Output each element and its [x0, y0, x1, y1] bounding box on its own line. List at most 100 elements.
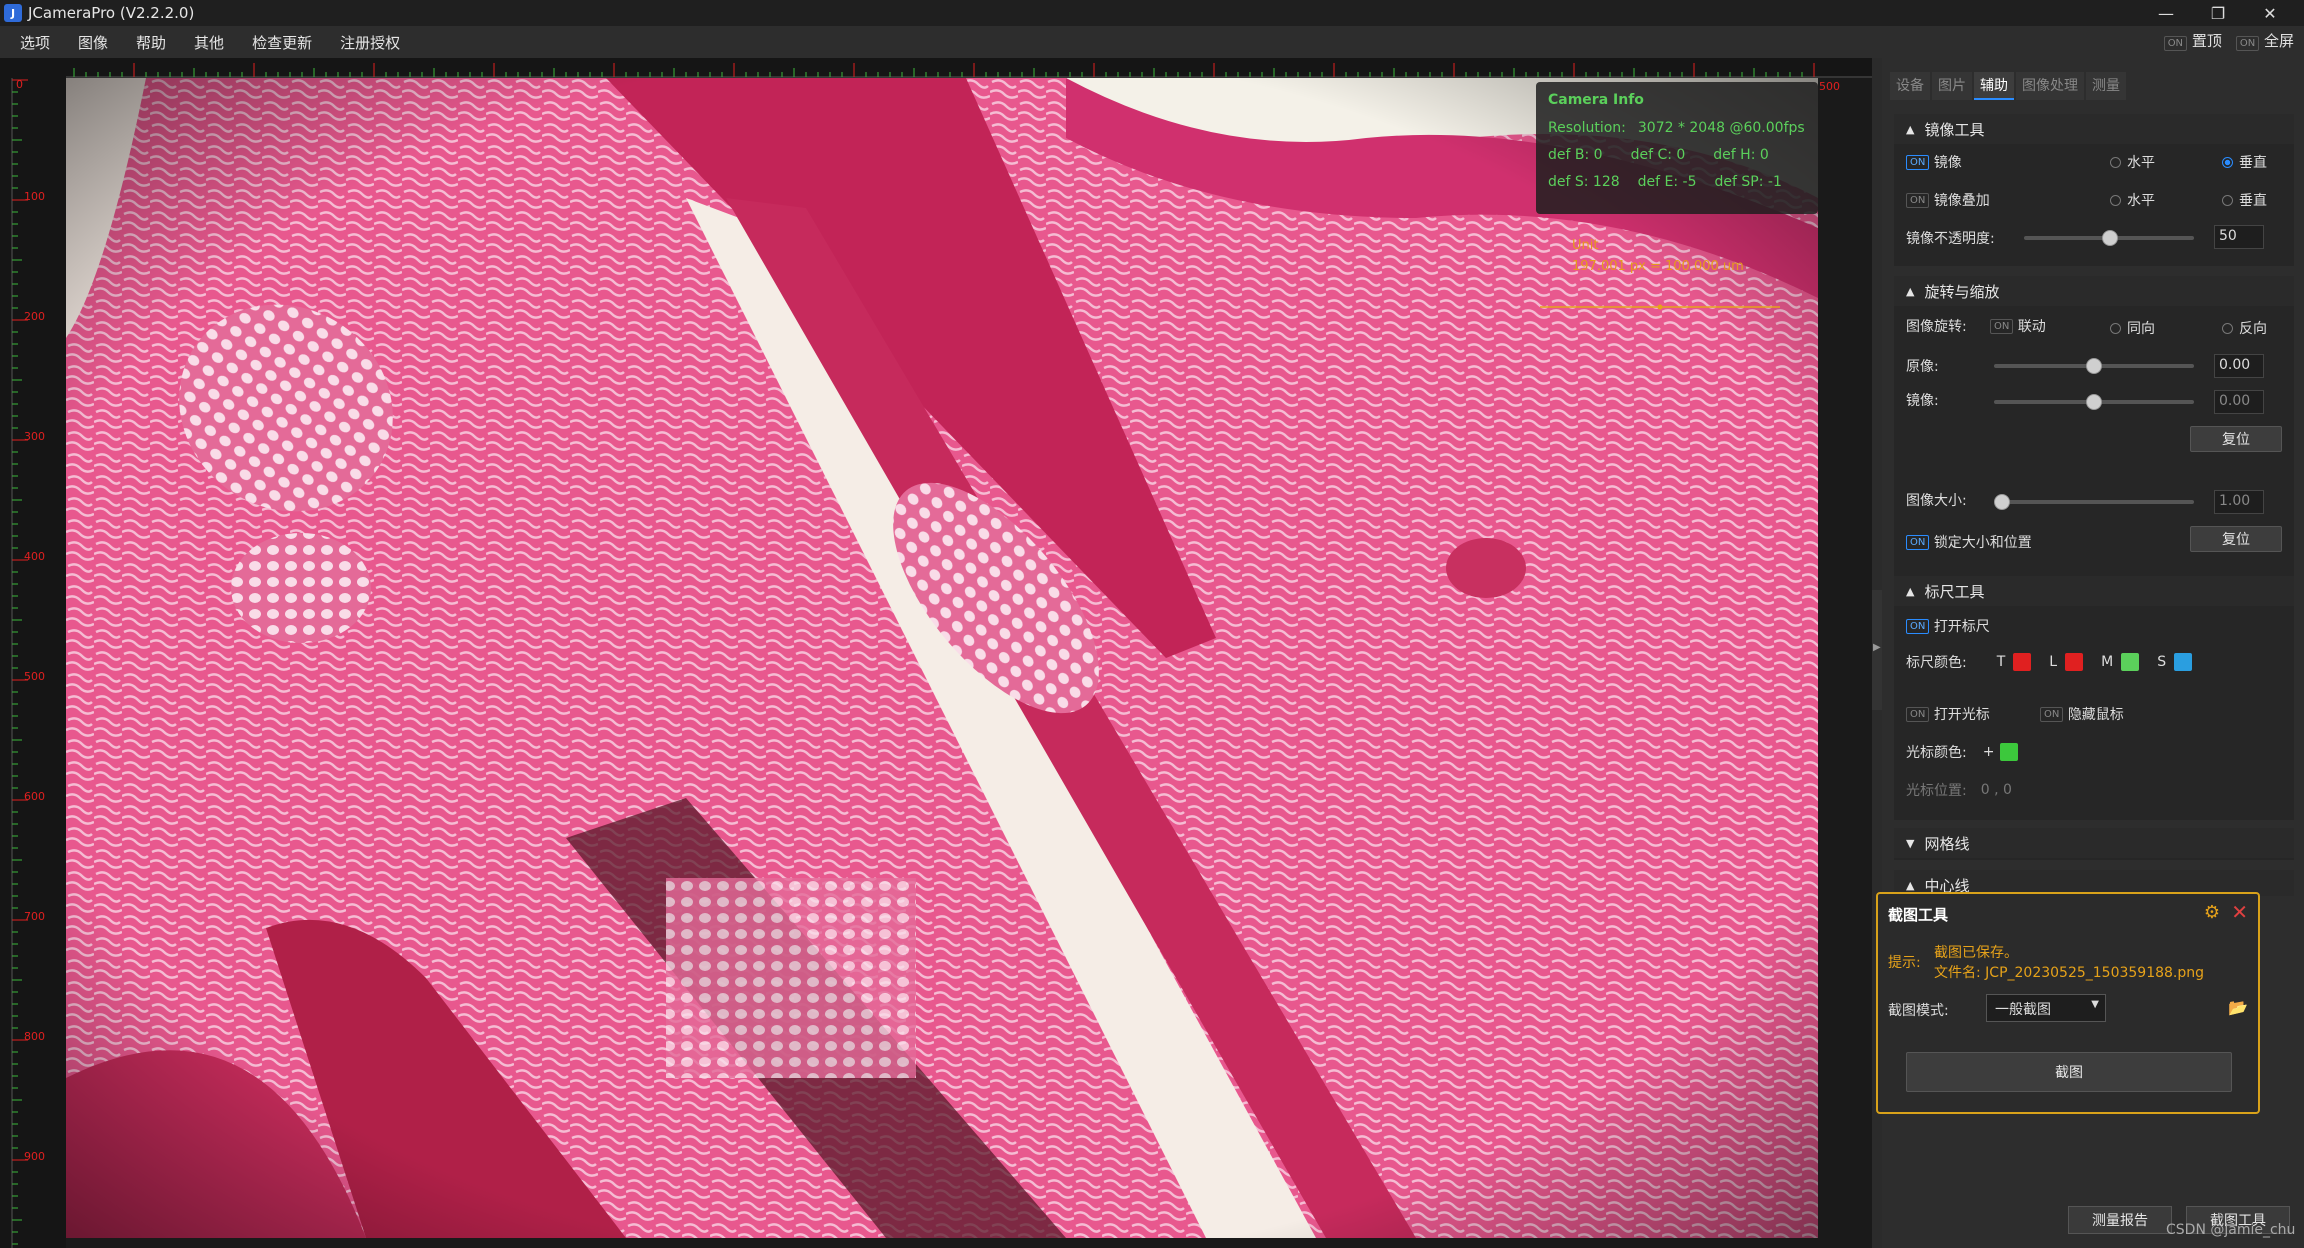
- slider-knob[interactable]: [2086, 394, 2102, 410]
- mirror-horizontal-radio[interactable]: 水平: [2110, 152, 2155, 172]
- rotate-reset-button[interactable]: 复位: [2190, 426, 2282, 452]
- window-options: ON 置顶 ON 全屏: [2163, 30, 2294, 51]
- folder-icon[interactable]: 📂: [2228, 998, 2248, 1017]
- mirror-opacity-slider[interactable]: [2024, 230, 2194, 246]
- chevron-up-icon: ▲: [1906, 284, 1915, 298]
- def-h: def H: 0: [1713, 147, 1769, 163]
- measurement-report-button[interactable]: 测量报告: [2068, 1206, 2172, 1234]
- rotate-zoom-header[interactable]: ▲ 旋转与缩放: [1894, 276, 2294, 306]
- rotate-label: 图像旋转:: [1906, 319, 1967, 335]
- panel-tabs: 设备 图片 辅助 图像处理 测量: [1890, 72, 2126, 100]
- resolution-label: Resolution:: [1548, 120, 1626, 136]
- chevron-right-icon: ▶: [1873, 642, 1881, 653]
- grid-section: ▼ 网格线: [1894, 828, 2294, 860]
- reverse-direction-radio[interactable]: 反向: [2222, 318, 2267, 338]
- capture-mode-select[interactable]: 一般截图 ▼: [1986, 994, 2106, 1022]
- left-tick-label: 900: [24, 1150, 45, 1163]
- tab-device[interactable]: 设备: [1890, 72, 1930, 100]
- mirror-tools-header[interactable]: ▲ 镜像工具: [1894, 114, 2294, 144]
- capture-button[interactable]: 截图: [1906, 1052, 2232, 1092]
- original-rotate-slider[interactable]: [1994, 358, 2194, 374]
- mirror-toggle[interactable]: ON 镜像: [1906, 152, 1962, 172]
- overlay-vertical-radio[interactable]: 垂直: [2222, 190, 2267, 210]
- menu-register[interactable]: 注册授权: [326, 32, 414, 53]
- ruler-tools-header[interactable]: ▲ 标尺工具: [1894, 576, 2294, 606]
- open-ruler-toggle[interactable]: ON 打开标尺: [1906, 616, 1990, 636]
- tab-image-processing[interactable]: 图像处理: [2016, 72, 2084, 100]
- close-window-button[interactable]: ✕: [2244, 0, 2296, 26]
- unit-scale: Unit 197.001 px = 100.000 um: [1572, 238, 1744, 274]
- ruler-s-color-swatch[interactable]: [2174, 653, 2193, 671]
- mirror-rotate-input[interactable]: 0.00: [2214, 390, 2264, 414]
- unit-label: Unit: [1572, 238, 1599, 253]
- left-tick-label: 0: [16, 78, 23, 91]
- window-title: JCameraPro (V2.2.2.0): [28, 4, 195, 22]
- left-tick-label: 700: [24, 910, 45, 923]
- hint-saved-text: 截图已保存。: [1934, 945, 2018, 961]
- top-ruler: 0 100 200 300 400 500 600 700 800 900 10…: [0, 58, 1872, 93]
- chevron-down-icon: ▼: [1906, 836, 1915, 850]
- menu-help[interactable]: 帮助: [122, 32, 180, 53]
- chevron-up-icon: ▲: [1906, 584, 1915, 598]
- menu-check-update[interactable]: 检查更新: [238, 32, 326, 53]
- def-sp: def SP: -1: [1714, 174, 1782, 190]
- rotate-zoom-section: ▲ 旋转与缩放 图像旋转: ON 联动 同向 反向 原像: 0.00 镜像: 0.…: [1894, 276, 2294, 576]
- slider-knob[interactable]: [1994, 494, 2010, 510]
- minimize-button[interactable]: —: [2140, 0, 2192, 26]
- left-tick-label: 300: [24, 430, 45, 443]
- size-reset-button[interactable]: 复位: [2190, 526, 2282, 552]
- image-size-slider[interactable]: [1994, 494, 2194, 510]
- original-rotate-input[interactable]: 0.00: [2214, 354, 2264, 378]
- menu-image[interactable]: 图像: [64, 32, 122, 53]
- menu-options[interactable]: 选项: [6, 32, 64, 53]
- left-tick-label: 600: [24, 790, 45, 803]
- mirror-rotate-label: 镜像:: [1906, 393, 1939, 409]
- def-s: def S: 128: [1548, 174, 1620, 190]
- slider-knob[interactable]: [2086, 358, 2102, 374]
- left-tick-label: 800: [24, 1030, 45, 1043]
- mirror-rotate-slider[interactable]: [1994, 394, 2194, 410]
- mirror-overlay-toggle[interactable]: ON 镜像叠加: [1906, 190, 1990, 210]
- left-ruler: 0 100 200 300 400 500 600 700 800 900: [0, 58, 66, 1248]
- tab-measure[interactable]: 测量: [2086, 72, 2126, 100]
- open-cursor-toggle[interactable]: ON 打开光标: [1906, 704, 1990, 724]
- ruler-t-color-swatch[interactable]: [2013, 653, 2032, 671]
- pin-toggle[interactable]: ON 置顶: [2163, 30, 2222, 51]
- ruler-m-color-swatch[interactable]: [2121, 653, 2140, 671]
- hint-file-text: 文件名: JCP_20230525_150359188.png: [1934, 965, 2205, 981]
- mirror-opacity-label: 镜像不透明度:: [1906, 231, 1995, 247]
- camera-info-panel: Camera Info Resolution: 3072 * 2048 @60.…: [1536, 82, 1818, 214]
- def-c: def C: 0: [1630, 147, 1686, 163]
- lock-size-toggle[interactable]: ON 锁定大小和位置: [1906, 532, 2032, 552]
- fullscreen-toggle[interactable]: ON 全屏: [2235, 30, 2294, 51]
- close-icon[interactable]: ✕: [2231, 900, 2248, 924]
- grid-header[interactable]: ▼ 网格线: [1894, 828, 2294, 858]
- link-toggle[interactable]: ON 联动: [1990, 316, 2046, 336]
- left-tick-label: 100: [24, 190, 45, 203]
- hint-label: 提示:: [1888, 955, 1921, 971]
- cursor-color-swatch[interactable]: [2000, 743, 2019, 761]
- mirror-vertical-radio[interactable]: 垂直: [2222, 152, 2267, 172]
- tab-image[interactable]: 图片: [1932, 72, 1972, 100]
- same-direction-radio[interactable]: 同向: [2110, 318, 2155, 338]
- chevron-up-icon: ▲: [1906, 122, 1915, 136]
- overlay-horizontal-radio[interactable]: 水平: [2110, 190, 2155, 210]
- top-ruler-ticks: [13, 63, 1872, 78]
- ruler-l-color-swatch[interactable]: [2065, 653, 2084, 671]
- ruler-tools-section: ▲ 标尺工具 ON 打开标尺 标尺颜色: T L M S ON 打开光标 ON 隐…: [1894, 576, 2294, 820]
- slider-knob[interactable]: [2102, 230, 2118, 246]
- microscope-image[interactable]: [66, 78, 1818, 1238]
- gear-icon[interactable]: ⚙: [2204, 902, 2220, 923]
- watermark-text: CSDN @jamie_chu: [2166, 1222, 2296, 1238]
- chevron-down-icon: ▼: [2091, 999, 2099, 1010]
- restore-button[interactable]: ❐: [2192, 0, 2244, 26]
- panel-collapse-handle[interactable]: ▶: [1872, 590, 1882, 710]
- cursor-position-row: 光标位置: 0 , 0: [1906, 782, 2012, 799]
- hide-mouse-toggle[interactable]: ON 隐藏鼠标: [2040, 704, 2124, 724]
- app-logo-icon: J: [4, 4, 22, 22]
- image-viewer[interactable]: 0 100 200 300 400 500 600 700 800 900 10…: [0, 58, 1872, 1248]
- tab-assist[interactable]: 辅助: [1974, 72, 2014, 100]
- image-size-input[interactable]: 1.00: [2214, 490, 2264, 514]
- mirror-opacity-input[interactable]: 50: [2214, 225, 2264, 249]
- menu-other[interactable]: 其他: [180, 32, 238, 53]
